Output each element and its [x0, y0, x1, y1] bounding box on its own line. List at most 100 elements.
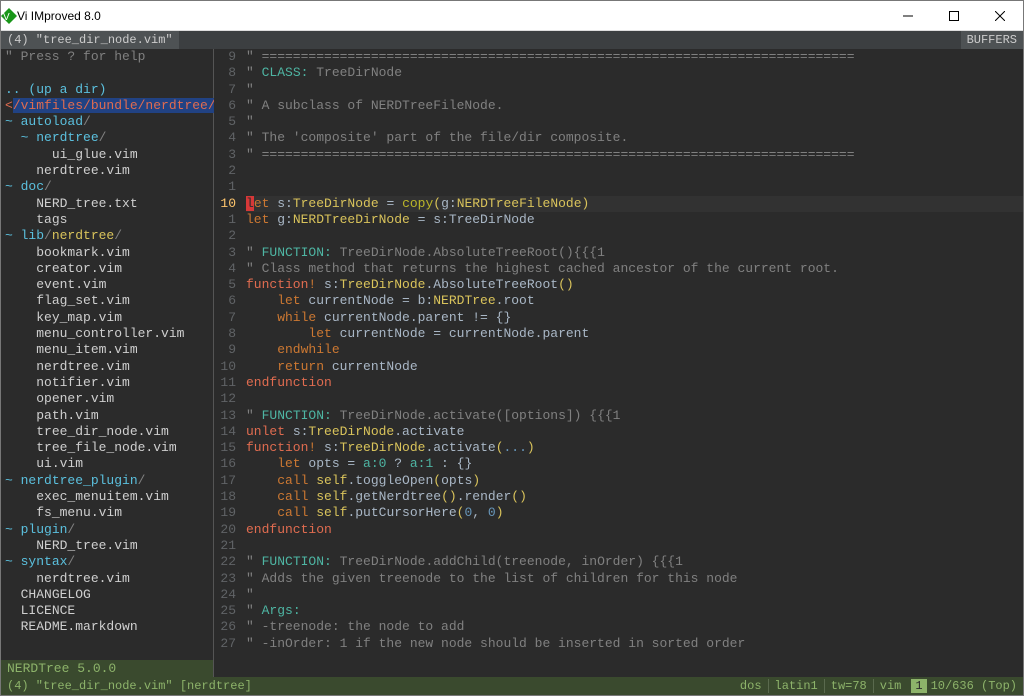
code-line[interactable]	[246, 228, 1023, 244]
status-encoding: latin1	[768, 679, 824, 693]
nerdtree-sidebar[interactable]: " Press ? for help .. (up a dir) </vimfi…	[1, 49, 214, 677]
code-line[interactable]: " ======================================…	[246, 49, 1023, 65]
tree-item[interactable]: opener.vim	[1, 391, 213, 407]
code-line[interactable]: let currentNode = b:NERDTree.root	[246, 293, 1023, 309]
status-file: (4) "tree_dir_node.vim" [nerdtree]	[7, 679, 252, 693]
tree-item[interactable]: event.vim	[1, 277, 213, 293]
code-line[interactable]: while currentNode.parent != {}	[246, 310, 1023, 326]
tree-item[interactable]: ~ autoload/	[1, 114, 213, 130]
buffer-tabbar: (4) "tree_dir_node.vim" BUFFERS	[1, 31, 1023, 49]
tree-item[interactable]: bookmark.vim	[1, 245, 213, 261]
code-line[interactable]: endfunction	[246, 522, 1023, 538]
source-code[interactable]: " ======================================…	[242, 49, 1023, 677]
window-title: Vi IMproved 8.0	[17, 9, 885, 23]
status-textwidth: tw=78	[824, 679, 873, 693]
titlebar[interactable]: V Vi IMproved 8.0	[1, 1, 1023, 31]
code-line[interactable]: call self.toggleOpen(opts)	[246, 473, 1023, 489]
tree-item[interactable]: ~ syntax/	[1, 554, 213, 570]
code-line[interactable]: function! s:TreeDirNode.activate(...)	[246, 440, 1023, 456]
code-line[interactable]	[246, 391, 1023, 407]
window-buttons	[885, 1, 1023, 31]
code-line[interactable]: " -treenode: the node to add	[246, 619, 1023, 635]
code-line[interactable]: " A subclass of NERDTreeFileNode.	[246, 98, 1023, 114]
tree-item[interactable]: NERD_tree.txt	[1, 196, 213, 212]
tree-item[interactable]: ~ plugin/	[1, 522, 213, 538]
tree-item[interactable]: fs_menu.vim	[1, 505, 213, 521]
vim-icon: V	[1, 8, 17, 24]
tree-item[interactable]: creator.vim	[1, 261, 213, 277]
tree-item[interactable]: key_map.vim	[1, 310, 213, 326]
code-line[interactable]	[246, 179, 1023, 195]
tree-item[interactable]: ui.vim	[1, 456, 213, 472]
tree-item[interactable]: notifier.vim	[1, 375, 213, 391]
code-line[interactable]: " Class method that returns the highest …	[246, 261, 1023, 277]
code-line[interactable]: let currentNode = currentNode.parent	[246, 326, 1023, 342]
tree-item[interactable]: tree_file_node.vim	[1, 440, 213, 456]
editor-area: (4) "tree_dir_node.vim" BUFFERS " Press …	[1, 31, 1023, 695]
line-gutter: 9876543211012345678910111213141516171819…	[214, 49, 242, 677]
tree-item[interactable]: LICENCE	[1, 603, 213, 619]
tree-item[interactable]: tree_dir_node.vim	[1, 424, 213, 440]
code-pane[interactable]: 9876543211012345678910111213141516171819…	[214, 49, 1023, 677]
code-line[interactable]: call self.putCursorHere(0, 0)	[246, 505, 1023, 521]
code-line[interactable]: " ======================================…	[246, 147, 1023, 163]
code-line[interactable]: endwhile	[246, 342, 1023, 358]
tree-item[interactable]: ui_glue.vim	[1, 147, 213, 163]
buffers-label[interactable]: BUFFERS	[961, 31, 1023, 49]
status-column: 1	[911, 679, 926, 693]
tree-item[interactable]: nerdtree.vim	[1, 163, 213, 179]
tree-item[interactable]: ~ nerdtree/	[1, 130, 213, 146]
active-buffer-tab[interactable]: (4) "tree_dir_node.vim"	[1, 31, 179, 49]
up-dir[interactable]: .. (up a dir)	[1, 82, 213, 98]
code-line[interactable]	[246, 538, 1023, 554]
code-line[interactable]: " -inOrder: 1 if the new node should be …	[246, 636, 1023, 652]
code-line[interactable]	[246, 163, 1023, 179]
code-line[interactable]: " CLASS: TreeDirNode	[246, 65, 1023, 81]
code-line[interactable]: " FUNCTION: TreeDirNode.AbsoluteTreeRoot…	[246, 245, 1023, 261]
tree-item[interactable]: exec_menuitem.vim	[1, 489, 213, 505]
close-button[interactable]	[977, 1, 1023, 31]
status-filetype: vim	[873, 679, 908, 693]
code-line[interactable]: unlet s:TreeDirNode.activate	[246, 424, 1023, 440]
minimize-button[interactable]	[885, 1, 931, 31]
maximize-button[interactable]	[931, 1, 977, 31]
tree-item[interactable]: ~ nerdtree_plugin/	[1, 473, 213, 489]
code-line[interactable]: " Adds the given treenode to the list of…	[246, 571, 1023, 587]
code-line[interactable]: " FUNCTION: TreeDirNode.addChild(treenod…	[246, 554, 1023, 570]
blank	[1, 65, 213, 81]
tree-item[interactable]: menu_controller.vim	[1, 326, 213, 342]
status-fileformat: dos	[734, 679, 768, 693]
tree-item[interactable]: nerdtree.vim	[1, 571, 213, 587]
statusbar: (4) "tree_dir_node.vim" [nerdtree] dos l…	[1, 677, 1023, 695]
tree-item[interactable]: ~ doc/	[1, 179, 213, 195]
code-line[interactable]: "	[246, 587, 1023, 603]
code-line[interactable]: " Args:	[246, 603, 1023, 619]
code-line[interactable]: " FUNCTION: TreeDirNode.activate([option…	[246, 408, 1023, 424]
tree-item[interactable]: menu_item.vim	[1, 342, 213, 358]
status-position: 10/636 (Top)	[931, 679, 1017, 693]
code-line[interactable]: let opts = a:0 ? a:1 : {}	[246, 456, 1023, 472]
code-line[interactable]: let g:NERDTreeDirNode = s:TreeDirNode	[246, 212, 1023, 228]
tree-item[interactable]: flag_set.vim	[1, 293, 213, 309]
code-line[interactable]: return currentNode	[246, 359, 1023, 375]
root-path[interactable]: </vimfiles/bundle/nerdtree/	[1, 98, 213, 114]
code-line[interactable]: let s:TreeDirNode = copy(g:NERDTreeFileN…	[246, 196, 1023, 212]
code-line[interactable]: endfunction	[246, 375, 1023, 391]
tree-item[interactable]: NERD_tree.vim	[1, 538, 213, 554]
tree-item[interactable]: tags	[1, 212, 213, 228]
code-line[interactable]: "	[246, 114, 1023, 130]
help-hint: " Press ? for help	[1, 49, 213, 65]
tree-item[interactable]: ~ lib/nerdtree/	[1, 228, 213, 244]
code-line[interactable]: " The 'composite' part of the file/dir c…	[246, 130, 1023, 146]
svg-text:V: V	[3, 12, 10, 23]
app-window: V Vi IMproved 8.0 (4) "tree_dir_node.vim…	[0, 0, 1024, 696]
code-line[interactable]: "	[246, 82, 1023, 98]
code-line[interactable]: function! s:TreeDirNode.AbsoluteTreeRoot…	[246, 277, 1023, 293]
tree-item[interactable]: nerdtree.vim	[1, 359, 213, 375]
tree-item[interactable]: path.vim	[1, 408, 213, 424]
tree-item[interactable]: CHANGELOG	[1, 587, 213, 603]
tree-item[interactable]: README.markdown	[1, 619, 213, 635]
file-tree: ~ autoload/ ~ nerdtree/ ui_glue.vim nerd…	[1, 114, 213, 636]
split-panes: " Press ? for help .. (up a dir) </vimfi…	[1, 49, 1023, 677]
code-line[interactable]: call self.getNerdtree().render()	[246, 489, 1023, 505]
